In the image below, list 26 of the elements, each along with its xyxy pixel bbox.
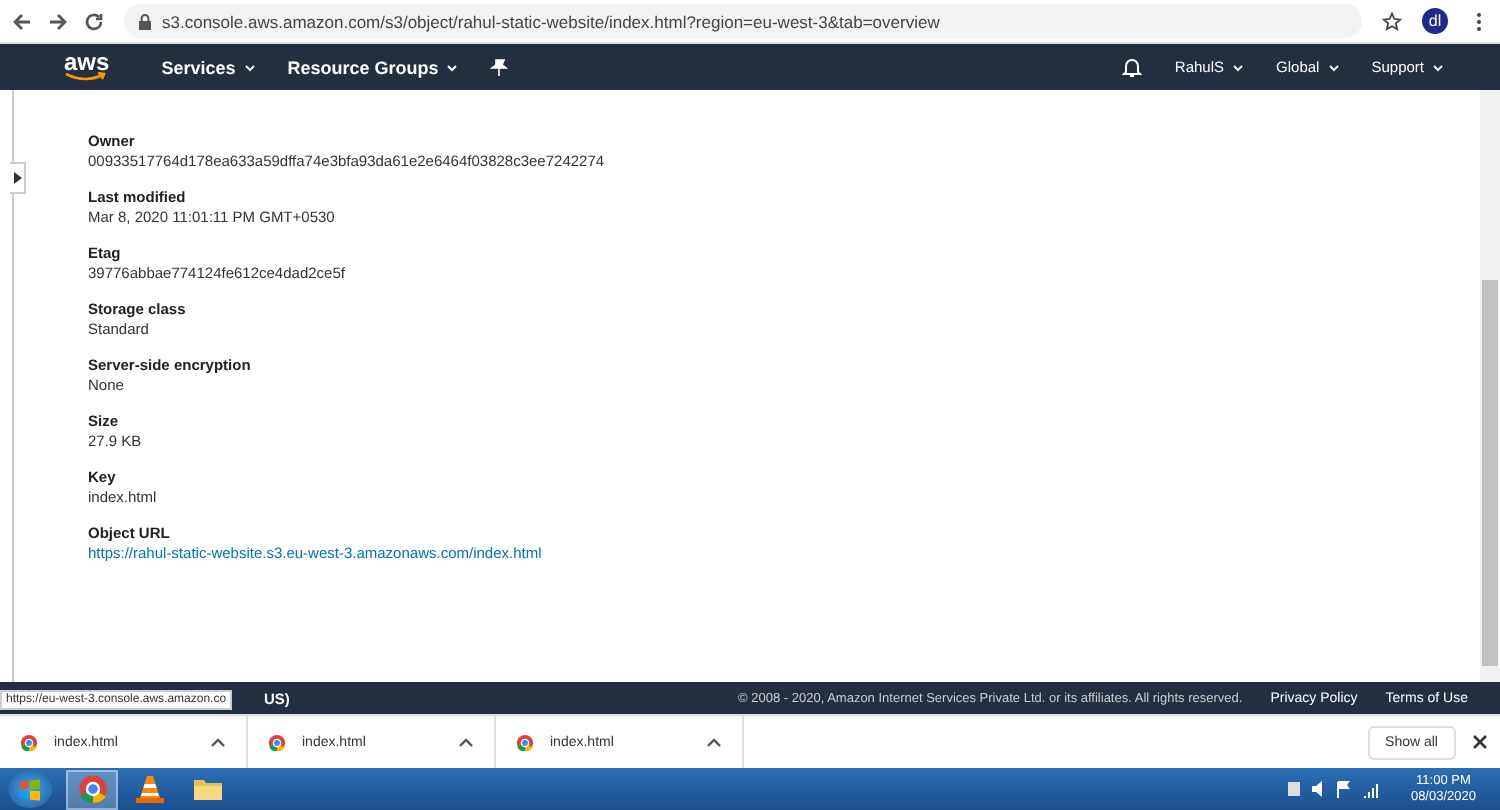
caret-icon [1232,63,1245,71]
star-icon[interactable] [1378,7,1406,35]
chrome-file-icon [20,733,38,751]
address-bar[interactable]: s3.console.aws.amazon.com/s3/object/rahul-static-website/index.html?region=eu-west-3&tab=overview [124,4,1362,38]
bell-icon[interactable] [1122,56,1143,78]
lock-icon [138,13,152,29]
caret-icon [1432,63,1444,71]
caret-up-icon [458,737,474,747]
caret-icon [1327,63,1340,71]
aws-logo[interactable]: aws [64,52,110,82]
scrollbar[interactable] [1480,90,1500,682]
caret-icon [446,63,459,71]
nav-menu[interactable]: Resource Groups [287,57,459,77]
expand-panel-toggle[interactable] [10,162,26,194]
caret-up-icon [706,737,722,747]
caret-icon [243,63,256,71]
nav-menu[interactable]: Services [161,57,256,77]
pin-icon[interactable] [490,58,509,76]
chrome-taskbar-icon[interactable] [66,769,118,809]
caret-up-icon [210,737,226,747]
chrome-file-icon [268,733,286,751]
chrome-file-icon [516,733,534,751]
windows-logo [18,777,42,801]
start-button[interactable] [8,770,52,808]
profile-avatar[interactable]: dl [1422,8,1448,34]
triangle-icon [13,172,21,184]
